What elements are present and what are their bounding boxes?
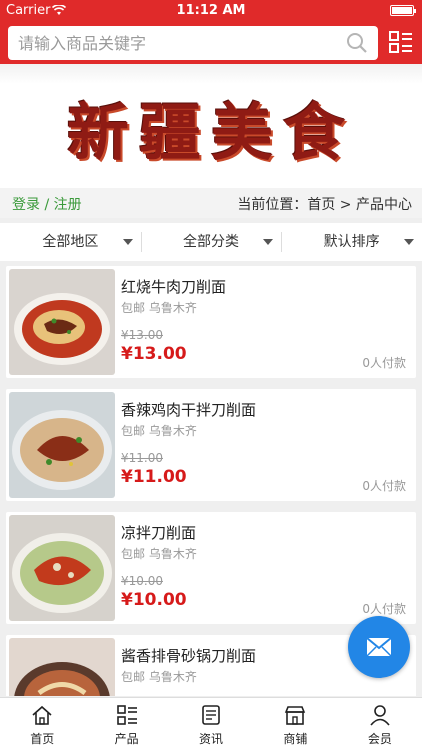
product-name[interactable]: 香辣鸡肉干拌刀削面 — [121, 399, 256, 420]
tab-home[interactable]: 首页 — [0, 698, 84, 750]
tab-label: 产品 — [114, 732, 139, 746]
tab-bar: 首页 产品 资讯 商铺 会员 — [0, 697, 422, 750]
search-box[interactable] — [8, 26, 378, 60]
shop-icon — [285, 706, 306, 725]
login-register-links: 登录 / 注册 — [12, 194, 82, 214]
product-name[interactable]: 凉拌刀削面 — [121, 522, 196, 543]
product-card[interactable]: 红烧牛肉刀削面 包邮 乌鲁木齐 ¥13.00 ¥13.00 0人付款 — [6, 266, 416, 378]
tab-shop[interactable]: 商铺 — [253, 698, 337, 750]
top-bar: Carrier 11:12 AM — [0, 0, 422, 64]
filter-label: 默认排序 — [323, 234, 380, 250]
separator: / — [44, 197, 50, 213]
tab-news[interactable]: 资讯 — [169, 698, 253, 750]
login-link[interactable]: 登录 — [12, 197, 40, 213]
product-old-price: ¥11.00 — [121, 451, 163, 465]
product-shipping: 包邮 乌鲁木齐 — [121, 424, 197, 438]
register-link[interactable]: 注册 — [54, 197, 82, 213]
filter-region[interactable]: 全部地区 — [0, 223, 141, 261]
product-card[interactable]: 凉拌刀削面 包邮 乌鲁木齐 ¥10.00 ¥10.00 0人付款 — [6, 512, 416, 624]
mail-button[interactable] — [348, 616, 410, 678]
caret-down-icon — [263, 239, 274, 245]
product-shipping: 包邮 乌鲁木齐 — [121, 301, 197, 315]
filter-category[interactable]: 全部分类 — [140, 223, 282, 261]
clock: 11:12 AM — [176, 3, 246, 18]
product-image — [9, 392, 115, 498]
product-image — [9, 269, 115, 375]
tab-label: 会员 — [367, 732, 392, 746]
tab-label: 资讯 — [199, 732, 224, 746]
product-buyers: 0人付款 — [362, 356, 406, 370]
product-name[interactable]: 红烧牛肉刀削面 — [121, 276, 226, 297]
status-bar: Carrier 11:12 AM — [0, 0, 422, 22]
search-input[interactable] — [8, 26, 328, 60]
tab-label: 首页 — [30, 732, 55, 746]
list-icon — [116, 705, 137, 725]
product-shipping: 包邮 乌鲁木齐 — [121, 670, 197, 684]
banner-title: 新疆美食 — [66, 96, 355, 169]
product-old-price: ¥13.00 — [121, 328, 163, 342]
news-icon — [202, 705, 220, 725]
breadcrumb: 当前位置：首页 > 产品中心 — [237, 197, 412, 213]
banner[interactable]: 新疆美食 — [0, 64, 422, 188]
tab-products[interactable]: 产品 — [84, 698, 168, 750]
product-shipping: 包邮 乌鲁木齐 — [121, 547, 197, 561]
filter-sort[interactable]: 默认排序 — [281, 223, 422, 261]
product-buyers: 0人付款 — [362, 602, 406, 616]
filter-label: 全部分类 — [183, 234, 239, 250]
user-icon — [370, 705, 390, 726]
product-card[interactable]: 香辣鸡肉干拌刀削面 包邮 乌鲁木齐 ¥11.00 ¥11.00 0人付款 — [6, 389, 416, 501]
product-buyers: 0人付款 — [362, 479, 406, 493]
tab-label: 商铺 — [283, 732, 308, 746]
mail-icon — [366, 637, 392, 657]
location-bar: 登录 / 注册 当前位置：首页 > 产品中心 — [0, 188, 422, 218]
caret-down-icon — [122, 239, 133, 245]
product-image — [9, 638, 115, 696]
product-price: ¥10.00 — [121, 590, 187, 610]
filter-label: 全部地区 — [42, 234, 99, 250]
search-icon[interactable] — [346, 32, 368, 58]
product-name[interactable]: 酱香排骨砂锅刀削面 — [121, 645, 256, 666]
product-price: ¥13.00 — [121, 344, 187, 364]
product-old-price: ¥10.00 — [121, 574, 163, 588]
product-price: ¥11.00 — [121, 467, 187, 487]
home-icon — [32, 705, 52, 725]
tab-member[interactable]: 会员 — [338, 698, 422, 750]
filter-bar: 全部地区 全部分类 默认排序 — [0, 223, 422, 261]
product-image — [9, 515, 115, 621]
caret-down-icon — [404, 239, 415, 245]
grid-list-icon[interactable] — [388, 29, 414, 55]
battery-icon — [390, 5, 416, 16]
